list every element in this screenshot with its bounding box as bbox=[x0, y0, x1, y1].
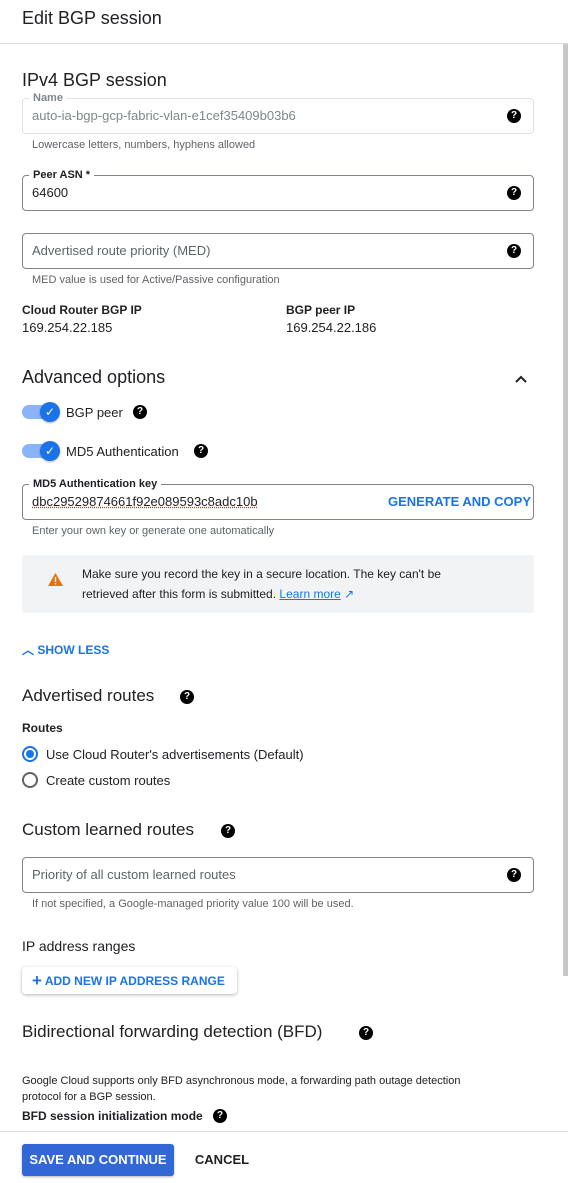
check-icon: ✓ bbox=[40, 441, 60, 461]
peer-asn-label: Peer ASN * bbox=[29, 168, 95, 182]
scrollbar[interactable] bbox=[563, 44, 568, 976]
dialog-title: Edit BGP session bbox=[22, 8, 162, 28]
help-icon[interactable]: ? bbox=[507, 186, 521, 200]
bgp-peer-label: BGP peer bbox=[66, 405, 123, 420]
help-icon[interactable]: ? bbox=[180, 690, 194, 704]
peer-asn-input[interactable]: Peer ASN * 64600 ? bbox=[22, 168, 534, 211]
cancel-button[interactable]: CANCEL bbox=[188, 1144, 256, 1176]
peer-ip-label: BGP peer IP bbox=[286, 303, 356, 317]
md5-toggle[interactable]: ✓ bbox=[22, 441, 60, 461]
name-hint: Lowercase letters, numbers, hyphens allo… bbox=[32, 139, 256, 151]
learned-priority-input[interactable]: Priority of all custom learned routes ? bbox=[22, 857, 534, 893]
save-and-continue-button[interactable]: SAVE AND CONTINUE bbox=[22, 1144, 174, 1176]
name-label: Name bbox=[29, 91, 67, 105]
help-icon[interactable]: ? bbox=[507, 244, 521, 258]
help-icon[interactable]: ? bbox=[194, 444, 208, 458]
help-icon[interactable]: ? bbox=[133, 405, 147, 419]
warning-icon bbox=[48, 573, 63, 586]
learned-priority-placeholder: Priority of all custom learned routes bbox=[32, 867, 236, 882]
med-placeholder: Advertised route priority (MED) bbox=[32, 243, 211, 258]
add-ip-range-button[interactable]: + ADD NEW IP ADDRESS RANGE bbox=[22, 967, 237, 994]
router-ip-label: Cloud Router BGP IP bbox=[22, 303, 142, 317]
md5-label: MD5 Authentication bbox=[66, 444, 179, 459]
bfd-desc-line1: Google Cloud supports only BFD asynchron… bbox=[22, 1075, 461, 1087]
add-ip-range-label: ADD NEW IP ADDRESS RANGE bbox=[44, 974, 225, 988]
md5-key-label: MD5 Authentication key bbox=[29, 477, 162, 491]
footer: SAVE AND CONTINUE CANCEL bbox=[0, 1131, 568, 1183]
md5-key-hint: Enter your own key or generate one autom… bbox=[32, 525, 275, 537]
bgp-peer-toggle[interactable]: ✓ bbox=[22, 402, 60, 422]
name-value: auto-ia-bgp-gcp-fabric-vlan-e1cef35409b0… bbox=[32, 108, 296, 123]
help-icon[interactable]: ? bbox=[507, 868, 521, 882]
radio-default-advertisements[interactable] bbox=[22, 746, 38, 762]
med-hint: MED value is used for Active/Passive con… bbox=[32, 274, 280, 286]
peer-asn-value: 64600 bbox=[32, 185, 69, 200]
warning-text-line1: Make sure you record the key in a secure… bbox=[82, 567, 441, 581]
med-input[interactable]: Advertised route priority (MED) ? bbox=[22, 233, 534, 269]
radio-label: Use Cloud Router's advertisements (Defau… bbox=[46, 747, 304, 762]
section-heading-bfd: Bidirectional forwarding detection (BFD) bbox=[22, 1022, 323, 1041]
chevron-up-icon: ︿ bbox=[22, 643, 35, 657]
bfd-desc-line2: protocol for a BGP session. bbox=[22, 1091, 156, 1103]
learned-hint: If not specified, a Google-managed prior… bbox=[32, 898, 354, 910]
generate-and-copy-button[interactable]: GENERATE AND COPY bbox=[388, 494, 531, 509]
help-icon[interactable]: ? bbox=[507, 109, 521, 123]
warning-text-line2: retrieved after this form is submitted. bbox=[82, 587, 277, 601]
section-heading-advertised: Advertised routes bbox=[22, 686, 155, 705]
show-less-label: SHOW LESS bbox=[37, 643, 110, 657]
chevron-up-icon[interactable] bbox=[513, 371, 529, 387]
warning-box: Make sure you record the key in a secure… bbox=[22, 555, 534, 613]
plus-icon: + bbox=[32, 971, 42, 990]
router-ip-value: 169.254.22.185 bbox=[22, 320, 113, 335]
section-heading-learned: Custom learned routes bbox=[22, 820, 194, 839]
radio-custom-routes[interactable] bbox=[22, 772, 38, 788]
external-link-icon: ↗ bbox=[344, 587, 355, 601]
help-icon[interactable]: ? bbox=[359, 1026, 373, 1040]
md5-key-input[interactable]: MD5 Authentication key dbc29529874661f92… bbox=[22, 477, 534, 520]
learn-more-link[interactable]: Learn more bbox=[279, 587, 340, 601]
bfd-mode-label: BFD session initialization mode bbox=[22, 1109, 203, 1123]
ip-ranges-label: IP address ranges bbox=[22, 938, 136, 954]
header-divider bbox=[0, 43, 568, 44]
section-heading-ipv4: IPv4 BGP session bbox=[22, 70, 167, 90]
show-less-button[interactable]: ︿ SHOW LESS bbox=[22, 641, 109, 658]
peer-ip-value: 169.254.22.186 bbox=[286, 320, 377, 335]
help-icon[interactable]: ? bbox=[221, 824, 235, 838]
help-icon[interactable]: ? bbox=[213, 1109, 227, 1123]
routes-label: Routes bbox=[22, 721, 63, 735]
check-icon: ✓ bbox=[40, 402, 60, 422]
radio-label: Create custom routes bbox=[46, 773, 171, 788]
section-heading-advanced: Advanced options bbox=[22, 367, 166, 387]
name-field: Name auto-ia-bgp-gcp-fabric-vlan-e1cef35… bbox=[22, 91, 534, 134]
md5-key-value: dbc29529874661f92e089593c8adc10b bbox=[32, 494, 258, 509]
